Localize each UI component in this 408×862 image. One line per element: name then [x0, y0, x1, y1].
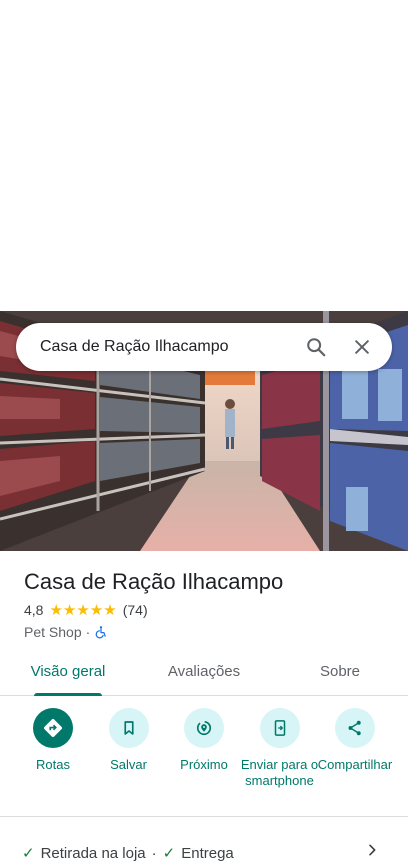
directions-button[interactable]: Rotas: [14, 708, 92, 816]
quick-actions: Rotas Salvar Próximo Enviar para o smart…: [0, 708, 408, 816]
action-label: Rotas: [36, 757, 70, 772]
share-button-circle: [335, 708, 375, 748]
tab-label: Avaliações: [167, 663, 241, 680]
tab-overview[interactable]: Visão geral: [0, 648, 136, 696]
expand-services-button[interactable]: [364, 842, 380, 862]
directions-button-circle: [33, 708, 73, 748]
section-divider: [0, 816, 408, 817]
tab-label: Sobre: [319, 663, 361, 680]
place-title: Casa de Ração Ilhacampo: [24, 569, 284, 594]
action-label: Enviar para o smartphone: [240, 757, 319, 788]
save-button-circle: [108, 708, 149, 748]
service-separator: ·: [151, 844, 157, 862]
send-to-phone-icon: [274, 720, 285, 736]
action-label: Próximo: [180, 757, 228, 772]
clear-search-button[interactable]: [346, 331, 378, 363]
check-icon: ✓: [162, 845, 176, 862]
place-tabs: Visão geral Avaliações Sobre: [0, 648, 408, 696]
nearby-icon: [196, 720, 212, 736]
share-button[interactable]: Compartilhar: [316, 708, 394, 816]
service-options-row[interactable]: ✓ Retirada na loja · ✓ Entrega: [22, 840, 392, 862]
rating-row[interactable]: 4,8 ★★★★★ (74): [24, 600, 394, 620]
place-details-screen: Casa de Ração Ilhacampo Casa de Ração Il…: [0, 0, 408, 862]
bookmark-icon: [123, 721, 134, 735]
tab-reviews[interactable]: Avaliações: [136, 648, 272, 695]
action-label: Compartilhar: [317, 757, 393, 772]
search-button[interactable]: [300, 331, 332, 363]
nearby-button[interactable]: Próximo: [165, 708, 243, 816]
search-icon: [307, 338, 326, 357]
service-pickup: Retirada na loja: [40, 844, 146, 862]
action-label: Salvar: [110, 757, 147, 772]
place-info: Casa de Ração Ilhacampo 4,8 ★★★★★ (74) P…: [24, 568, 394, 642]
search-query[interactable]: Casa de Ração Ilhacampo: [40, 338, 286, 356]
category-row: Pet Shop ·: [24, 622, 394, 642]
save-button[interactable]: Salvar: [90, 708, 168, 816]
category-separator: ·: [85, 624, 91, 640]
search-bar[interactable]: Casa de Ração Ilhacampo: [16, 323, 392, 371]
tab-about[interactable]: Sobre: [272, 648, 408, 695]
close-icon: [355, 340, 369, 354]
send-to-phone-button-circle: [259, 708, 300, 748]
place-category: Pet Shop: [24, 624, 82, 640]
tab-label: Visão geral: [30, 663, 106, 680]
wheelchair-accessible-icon: [95, 626, 107, 639]
rating-value: 4,8: [24, 602, 44, 618]
send-to-phone-button[interactable]: Enviar para o smartphone: [241, 708, 319, 816]
rating-stars: ★★★★★: [49, 602, 117, 619]
active-tab-indicator: [34, 693, 102, 696]
service-delivery: Entrega: [181, 844, 234, 862]
nearby-button-circle: [184, 708, 224, 748]
directions-icon: [44, 719, 62, 737]
check-icon: ✓: [22, 845, 35, 862]
review-count: (74): [122, 602, 148, 618]
chevron-right-icon: [369, 844, 376, 856]
share-icon: [348, 720, 361, 736]
